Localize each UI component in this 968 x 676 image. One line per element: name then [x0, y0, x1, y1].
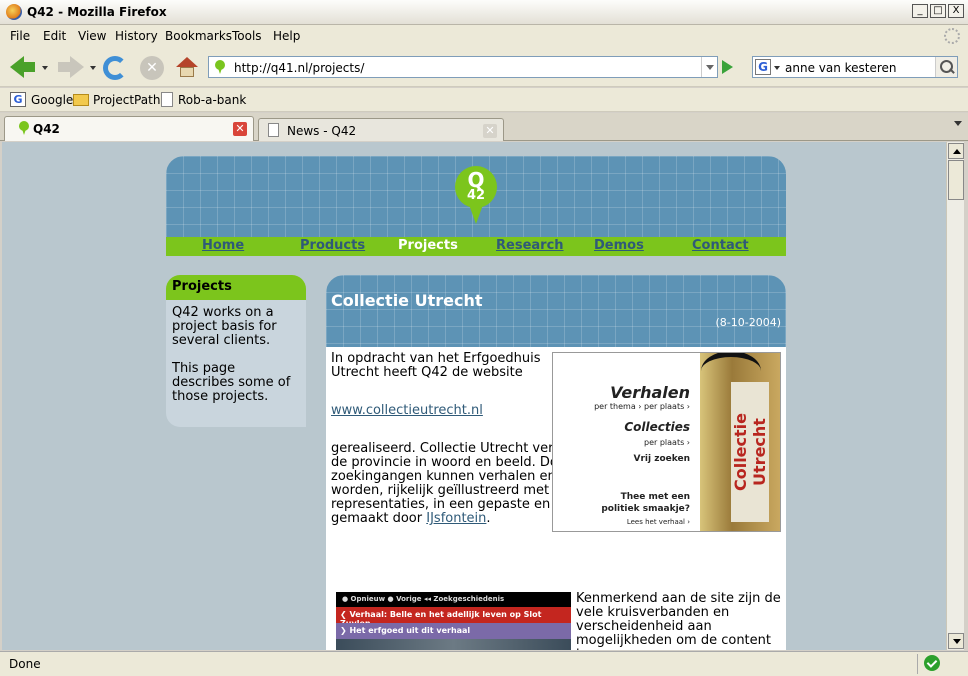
navigation-toolbar: ✕ http://q41.nl/projects/ G anne van kes…: [0, 47, 968, 87]
check-icon: [924, 655, 940, 671]
minimize-button[interactable]: _: [912, 4, 928, 18]
vertical-scrollbar[interactable]: [946, 142, 964, 650]
site-favicon-icon: [215, 60, 225, 74]
article-title: Collectie Utrecht: [331, 291, 483, 310]
nav-products[interactable]: Products: [300, 238, 365, 253]
bookmark-google[interactable]: Google: [31, 93, 73, 107]
q42-logo[interactable]: Q 42: [455, 166, 497, 226]
nav-research[interactable]: Research: [496, 238, 564, 253]
nav-home[interactable]: Home: [202, 238, 244, 253]
menu-edit[interactable]: Edit: [43, 29, 66, 43]
collectie-utrecht-promo-image: Collectie Utrecht Verhalen per thema › p…: [552, 352, 781, 532]
go-button[interactable]: [722, 60, 733, 74]
article-paragraph-2: Kenmerkend aan de site zijn de vele krui…: [576, 591, 781, 651]
search-box[interactable]: G anne van kesteren: [752, 56, 958, 78]
site-screenshot-image: ● Opnieuw ● Vorige ◂◂ Zoekgeschiedenis ❮…: [336, 592, 571, 650]
folder-icon: [73, 94, 89, 106]
window-title: Q42 - Mozilla Firefox: [27, 5, 167, 19]
status-bar: Done: [0, 651, 968, 676]
close-window-button[interactable]: X: [948, 4, 964, 18]
google-engine-icon[interactable]: G: [755, 59, 771, 75]
bookmark-projectpath[interactable]: ProjectPath: [93, 93, 160, 107]
sidebar-text: Q42 works on a project basis for several…: [172, 305, 277, 348]
tab-news-q42[interactable]: News - Q42 ✕: [258, 118, 504, 141]
article: Collectie Utrecht (8-10-2004) In opdrach…: [326, 275, 786, 650]
back-history-dropdown[interactable]: [42, 66, 48, 70]
nav-demos[interactable]: Demos: [594, 238, 644, 253]
close-tab-icon[interactable]: ✕: [233, 122, 247, 136]
q42-favicon-icon: [19, 121, 29, 135]
tab-bar: Q42 ✕ News - Q42 ✕: [0, 113, 968, 141]
home-icon[interactable]: [176, 57, 198, 77]
menu-bookmarks[interactable]: Bookmarks: [165, 29, 232, 43]
sidebar-text: This page describes some of those projec…: [172, 361, 291, 404]
menu-history[interactable]: History: [115, 29, 158, 43]
menu-view[interactable]: View: [78, 29, 106, 43]
firefox-icon: [6, 4, 22, 20]
projects-sidebar: Projects Q42 works on a project basis fo…: [166, 275, 306, 427]
engine-dropdown[interactable]: [774, 66, 780, 70]
address-dropdown[interactable]: [701, 57, 717, 77]
reload-icon[interactable]: [103, 56, 127, 80]
address-text[interactable]: http://q41.nl/projects/: [234, 61, 364, 75]
bookmarks-toolbar: G Google ProjectPath Rob-a-bank: [0, 88, 968, 112]
article-body: In opdracht van het Erfgoedhuis Utrecht …: [326, 347, 786, 650]
forward-arrow-icon: [70, 56, 84, 78]
menu-file[interactable]: File: [10, 29, 30, 43]
article-header: Collectie Utrecht (8-10-2004): [326, 275, 786, 347]
scroll-up-button[interactable]: [948, 143, 964, 159]
collectieutrecht-link[interactable]: www.collectieutrecht.nl: [331, 403, 483, 418]
promo-brand: Collectie Utrecht: [731, 382, 769, 522]
search-input[interactable]: anne van kesteren: [785, 61, 897, 75]
site-nav: Home Products Projects Research Demos Co…: [166, 237, 786, 256]
close-tab-icon[interactable]: ✕: [483, 124, 497, 138]
menu-help[interactable]: Help: [273, 29, 300, 43]
site-header: Q 42 Home Products Projects Research Dem…: [166, 156, 786, 256]
sidebar-title: Projects: [166, 275, 306, 300]
tab-q42[interactable]: Q42 ✕: [4, 116, 254, 141]
nav-projects[interactable]: Projects: [398, 238, 458, 253]
page-icon: [268, 123, 279, 137]
status-text: Done: [9, 657, 41, 671]
google-bookmark-icon: G: [10, 92, 26, 107]
back-arrow-icon: [10, 56, 24, 78]
page-viewport: Q 42 Home Products Projects Research Dem…: [2, 142, 946, 650]
forward-history-dropdown[interactable]: [90, 66, 96, 70]
page-icon: [161, 92, 173, 107]
title-bar: Q42 - Mozilla Firefox _ □ X: [0, 0, 968, 25]
tab-label: News - Q42: [287, 124, 357, 138]
scroll-thumb[interactable]: [948, 160, 964, 200]
throbber-icon: [944, 28, 960, 44]
stop-icon[interactable]: ✕: [140, 56, 164, 80]
article-intro: In opdracht van het Erfgoedhuis Utrecht …: [331, 351, 541, 380]
scroll-down-button[interactable]: [948, 633, 964, 649]
menu-tools[interactable]: Tools: [232, 29, 262, 43]
tab-label: Q42: [33, 122, 60, 136]
article-date: (8-10-2004): [715, 316, 781, 329]
tab-list-dropdown[interactable]: [954, 121, 962, 126]
menu-bar: File Edit View History Bookmarks Tools H…: [0, 25, 968, 47]
bookmark-rob-a-bank[interactable]: Rob-a-bank: [178, 93, 246, 107]
address-bar[interactable]: http://q41.nl/projects/: [208, 56, 718, 78]
ijsfontein-link[interactable]: IJsfontein: [426, 511, 486, 526]
nav-contact[interactable]: Contact: [692, 238, 749, 253]
search-icon[interactable]: [935, 57, 957, 77]
maximize-button[interactable]: □: [930, 4, 946, 18]
